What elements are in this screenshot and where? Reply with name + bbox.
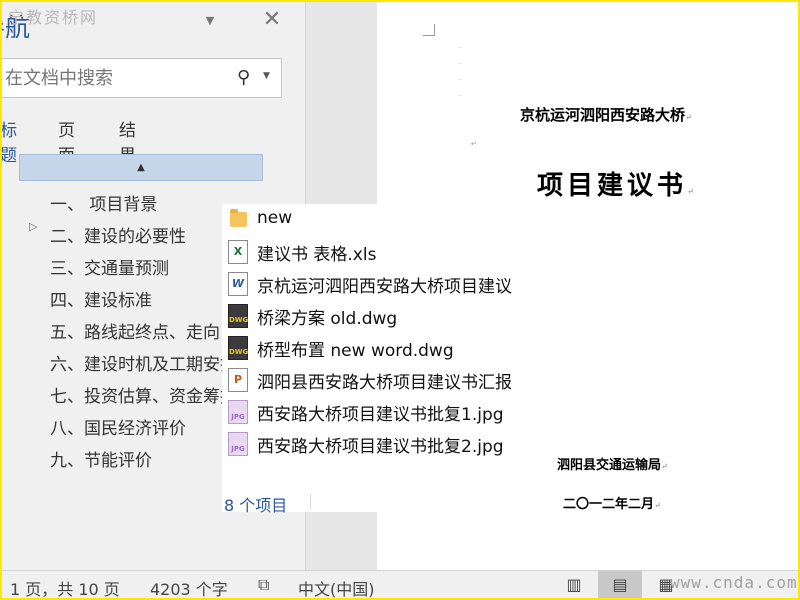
window: 导航 宁教资桥网 ▼ ✕ ⚲ ▼ 标题 页面 结果 ▲ ▷ 一、 项目背景 二、… [2, 2, 798, 598]
file-item-jpg[interactable]: JPG 西安路大桥项目建议书批复2.jpg [222, 428, 526, 460]
file-name: 桥型布置 new word.dwg [257, 341, 454, 361]
jpg-icon: JPG [228, 432, 248, 456]
pane-close-button[interactable]: ✕ [262, 7, 282, 32]
document-title: 项目建议书↵ [537, 165, 698, 202]
paragraph-mark: ↵ [687, 187, 698, 196]
language-status[interactable]: 中文(中国) [298, 576, 375, 598]
file-name: 泗阳县西安路大桥项目建议书汇报 [257, 373, 512, 393]
word-count-status[interactable]: 4203 个字 [150, 576, 228, 598]
heading-item[interactable]: 三、交通量预测 [50, 254, 226, 282]
print-layout-button[interactable]: ▤ [598, 571, 642, 598]
file-item-ppt[interactable]: P 泗阳县西安路大桥项目建议书汇报 [222, 364, 526, 396]
heading-item[interactable]: 二、建设的必要性 [50, 222, 226, 250]
chevron-down-icon: ▼ [205, 14, 215, 27]
watermark-text: 宁教资桥网 [8, 8, 99, 27]
heading-item[interactable]: 一、 项目背景 [50, 190, 226, 218]
document-date: 二〇一二年二月↵ [563, 493, 661, 512]
collapse-up-icon: ▲ [137, 162, 145, 173]
word-icon: W [228, 272, 248, 296]
document-organization-text: 泗阳县交通运输局 [557, 458, 662, 473]
excel-icon: X [228, 240, 248, 264]
dwg-icon: DWG [228, 304, 248, 328]
close-icon: ✕ [262, 7, 282, 32]
heading-item[interactable]: 七、投资估算、资金筹措 [50, 382, 226, 410]
file-name: 京杭运河泗阳西安路大桥项目建议 [257, 277, 512, 297]
document-subtitle: 京杭运河泗阳西安路大桥↵ [520, 104, 692, 125]
file-list-popup: new X 建议书 表格.xls W 京杭运河泗阳西安路大桥项目建议 DWG 桥… [222, 204, 526, 515]
paragraph-mark: ↵ [654, 501, 661, 510]
file-item-new-folder[interactable]: new [222, 204, 526, 236]
file-item-dwg[interactable]: DWG 桥梁方案 old.dwg [222, 300, 526, 332]
page-count-status[interactable]: 1 页，共 10 页 [10, 576, 120, 598]
print-layout-icon: ▤ [612, 575, 628, 594]
margin-corner-mark [423, 24, 435, 36]
margin-dot: · [459, 76, 462, 84]
paragraph-mark: ↵ [685, 113, 692, 122]
document-title-text: 项目建议书 [537, 171, 688, 201]
file-item-dwg[interactable]: DWG 桥型布置 new word.dwg [222, 332, 526, 364]
tab-headings[interactable]: 标题 [2, 116, 17, 166]
file-item-jpg[interactable]: JPG 西安路大桥项目建议书批复1.jpg [222, 396, 526, 428]
file-name: new [257, 208, 293, 228]
item-count: 8 个项目 [224, 496, 288, 515]
paragraph-mark: ↵ [471, 140, 477, 148]
read-mode-button[interactable]: ▥ [552, 571, 596, 598]
margin-dot: · [459, 92, 462, 100]
divider [310, 494, 311, 510]
document-date-text: 二〇一二年二月 [563, 497, 655, 512]
dwg-icon: DWG [228, 336, 248, 360]
jpg-icon: JPG [228, 400, 248, 424]
heading-item[interactable]: 九、节能评价 [50, 446, 226, 474]
watermark-text: www.cnda.com [670, 573, 798, 592]
search-icon[interactable]: ⚲ [237, 67, 250, 88]
search-options-dropdown-icon[interactable]: ▼ [263, 71, 270, 81]
heading-item[interactable]: 五、路线起终点、走向 [50, 318, 226, 346]
file-name: 西安路大桥项目建议书批复2.jpg [257, 437, 504, 457]
pane-options-button[interactable]: ▼ [202, 14, 218, 28]
heading-item[interactable]: 八、国民经济评价 [50, 414, 226, 442]
paragraph-mark: ↵ [661, 462, 668, 471]
margin-dot: · [459, 44, 462, 52]
file-name: 建议书 表格.xls [257, 245, 377, 265]
file-item-xls[interactable]: X 建议书 表格.xls [222, 236, 526, 268]
expand-arrow-icon[interactable]: ▷ [29, 220, 37, 233]
folder-icon [230, 209, 247, 227]
file-name: 西安路大桥项目建议书批复1.jpg [257, 405, 504, 425]
search-input[interactable] [2, 59, 227, 97]
collapsed-heading-bar[interactable]: ▲ [19, 154, 263, 181]
margin-dot: · [459, 60, 462, 68]
powerpoint-icon: P [228, 368, 248, 392]
document-organization: 泗阳县交通运输局↵ [557, 454, 668, 473]
heading-item[interactable]: 六、建设时机及工期安排 [50, 350, 226, 378]
document-subtitle-text: 京杭运河泗阳西安路大桥 [520, 106, 686, 124]
read-mode-icon: ▥ [566, 575, 582, 594]
search-box: ⚲ ▼ [2, 58, 282, 98]
file-item-word[interactable]: W 京杭运河泗阳西安路大桥项目建议 [222, 268, 526, 300]
file-name: 桥梁方案 old.dwg [257, 309, 398, 329]
heading-item[interactable]: 四、建设标准 [50, 286, 226, 314]
proofing-icon[interactable]: ⧉ [258, 575, 269, 595]
